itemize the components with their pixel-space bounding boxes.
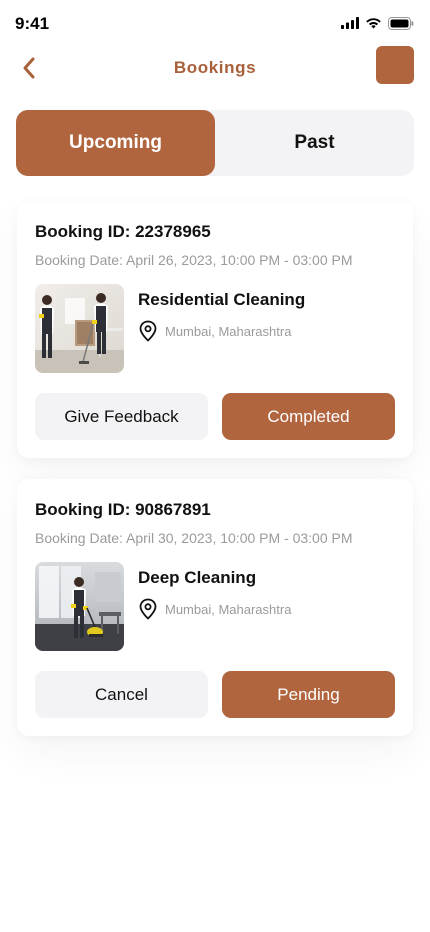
booking-card: Booking ID: 90867891 Booking Date: April… (17, 479, 413, 736)
location-text: Mumbai, Maharashtra (165, 323, 292, 339)
booking-id: Booking ID: 90867891 (35, 500, 211, 519)
location-text: Mumbai, Maharashtra (165, 601, 292, 617)
booking-card: Booking ID: 22378965 Booking Date: April… (17, 201, 413, 458)
residential-cleaning-photo (35, 284, 124, 373)
cancel-button[interactable]: Cancel (35, 671, 208, 718)
status-icons (341, 16, 414, 30)
booking-date: Booking Date: April 30, 2023, 10:00 PM -… (35, 530, 353, 546)
battery-icon (388, 16, 414, 30)
app-header: Bookings (0, 46, 430, 90)
map-pin-icon (139, 320, 157, 342)
header-action-button[interactable] (376, 46, 414, 84)
status-button-completed[interactable]: Completed (222, 393, 395, 440)
booking-id: Booking ID: 22378965 (35, 222, 211, 241)
service-location: Mumbai, Maharashtra (138, 319, 291, 343)
booking-tabs: Upcoming Past (16, 110, 414, 176)
tab-past[interactable]: Past (215, 110, 414, 176)
tab-upcoming[interactable]: Upcoming (16, 110, 215, 176)
service-thumbnail (35, 284, 124, 373)
status-time: 9:41 (15, 14, 50, 33)
status-bar: 9:41 (0, 0, 430, 46)
give-feedback-button[interactable]: Give Feedback (35, 393, 208, 440)
deep-cleaning-photo (35, 562, 124, 651)
booking-date: Booking Date: April 26, 2023, 10:00 PM -… (35, 252, 353, 268)
service-name: Residential Cleaning (138, 290, 306, 309)
cellular-signal-icon (341, 17, 359, 29)
service-name: Deep Cleaning (138, 568, 257, 587)
status-button-pending[interactable]: Pending (222, 671, 395, 718)
wifi-icon (366, 18, 381, 29)
page-title: Bookings (173, 58, 257, 77)
service-location: Mumbai, Maharashtra (138, 597, 291, 621)
map-pin-icon (139, 598, 157, 620)
service-thumbnail (35, 562, 124, 651)
